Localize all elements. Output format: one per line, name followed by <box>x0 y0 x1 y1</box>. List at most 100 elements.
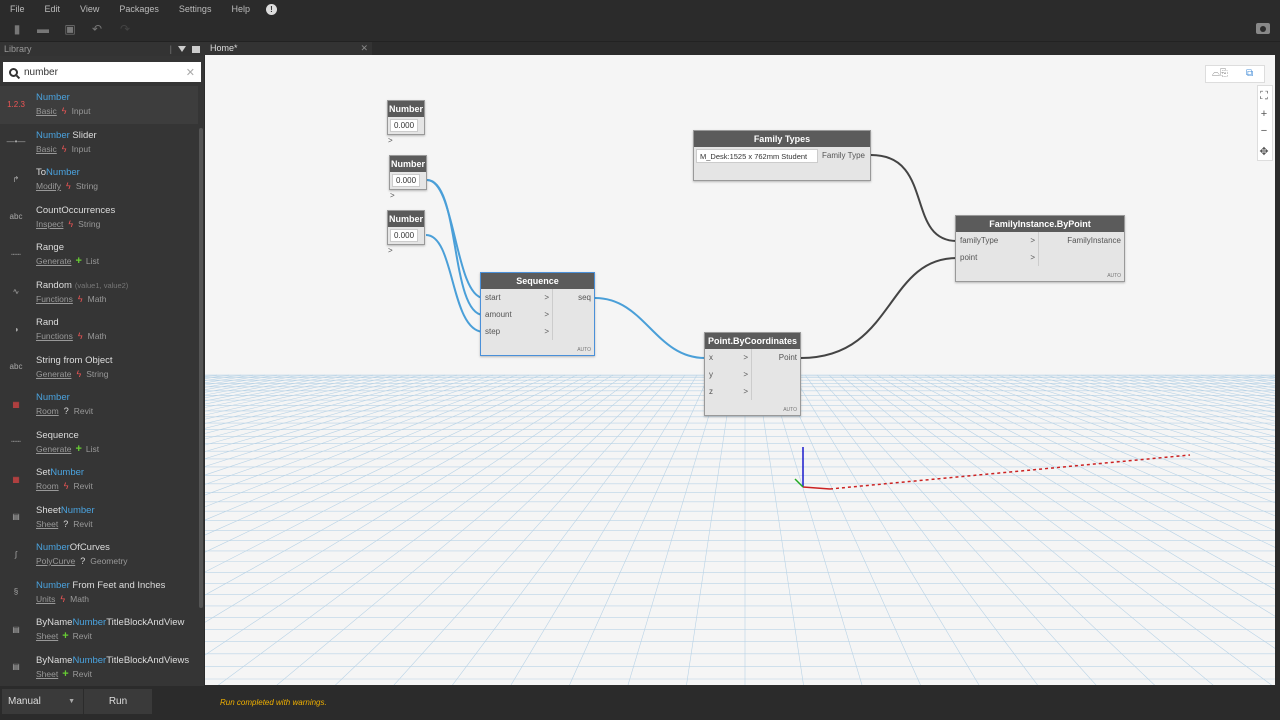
category-link[interactable]: PolyCurve <box>36 554 75 568</box>
camera-icon[interactable] <box>1256 23 1270 34</box>
action-icon: ϟ <box>60 593 66 604</box>
number-value-input[interactable]: 0.000 <box>390 229 419 242</box>
3d-view-icon[interactable]: ⌓⎘ <box>1212 68 1228 79</box>
library-item-name: Rand <box>36 317 107 329</box>
number-node-3[interactable]: Number 0.000 > <box>387 210 425 255</box>
name-part: To <box>36 167 47 178</box>
output-port-familyinstance[interactable]: FamilyInstance <box>1039 232 1124 249</box>
input-port-x[interactable]: x > <box>705 349 751 366</box>
name-part: Sheet <box>36 504 61 516</box>
menu-help[interactable]: Help <box>221 0 260 18</box>
save-icon[interactable]: ▣ <box>63 22 77 36</box>
tab-home-label: Home* <box>210 43 238 53</box>
library-item[interactable]: ↱ ToNumber Modify ϟ String <box>0 161 198 199</box>
run-mode-select[interactable]: Manual ▼ <box>2 689 83 714</box>
familyinstance-bypoint-node[interactable]: FamilyInstance.ByPoint familyType > point… <box>955 215 1125 282</box>
menu-packages[interactable]: Packages <box>109 0 169 18</box>
graph-view-icon[interactable]: ⧉ <box>1246 68 1253 79</box>
canvas-scrollbar[interactable] <box>1275 42 1280 686</box>
input-port-point[interactable]: point > <box>956 249 1038 266</box>
layout-icon[interactable] <box>192 45 200 53</box>
zoom-fit-icon[interactable]: ⛶ <box>1258 90 1270 102</box>
output-port-point[interactable]: Point <box>752 349 800 366</box>
redo-icon[interactable]: ↷ <box>118 22 132 36</box>
category-link[interactable]: Sheet <box>36 517 58 531</box>
category-link[interactable]: Room <box>36 479 59 493</box>
library-item[interactable]: § Number From Feet and Inches Units ϟ Math <box>0 574 198 612</box>
workspace-canvas[interactable]: ⌓⎘ ⧉ ⛶ + − ✥ Number 0.000 > Number 0.000 >… <box>205 55 1275 685</box>
pan-icon[interactable]: ✥ <box>1258 146 1270 158</box>
library-item[interactable]: ▦ Number Room? Revit <box>0 386 198 424</box>
category-link[interactable]: Functions <box>36 329 73 343</box>
family-types-node[interactable]: Family Types M_Desk:1525 x 762mm Student… <box>693 130 871 181</box>
input-port-step[interactable]: step > <box>481 323 552 340</box>
category-link[interactable]: Functions <box>36 292 73 306</box>
library-item[interactable]: ▦ SetNumber Room ϟ Revit <box>0 461 198 499</box>
family-type-dropdown[interactable]: M_Desk:1525 x 762mm Student <box>696 148 818 163</box>
tab-home[interactable]: Home* ✕ <box>204 42 372 55</box>
units-icon: § <box>13 587 19 596</box>
library-item[interactable]: ┄┄ Sequence Generate + List <box>0 424 198 462</box>
library-item-category: Generate ϟ String <box>36 367 116 381</box>
library-item[interactable]: ▤ ByNameNumberTitleBlockAndView Sheet + Revi… <box>0 611 198 649</box>
library-item[interactable]: abc String from Object Generate ϟ String <box>0 349 198 387</box>
number-node-2[interactable]: Number 0.000 > <box>389 155 427 200</box>
input-port-y[interactable]: y > <box>705 366 751 383</box>
library-item[interactable]: —•— Number Slider Basic ϟ Input <box>0 124 198 162</box>
close-tab-icon[interactable]: ✕ <box>360 42 368 55</box>
menu-edit[interactable]: Edit <box>35 0 71 18</box>
library-item[interactable]: ┄┄ Range Generate + List <box>0 236 198 274</box>
category-link[interactable]: Sheet <box>36 629 58 643</box>
menu-file[interactable]: File <box>0 0 35 18</box>
library-item[interactable]: 1.2.3 Number Basic ϟ Input <box>0 86 198 124</box>
action-icon: ϟ <box>63 481 69 491</box>
sequence-node[interactable]: Sequence start > amount > step > seq AUTO <box>480 272 595 356</box>
zoom-out-icon[interactable]: − <box>1258 125 1270 137</box>
bottom-bar: Manual ▼ Run Run completed with warnings. <box>0 686 1280 720</box>
category-link[interactable]: Inspect <box>36 217 63 231</box>
category-link[interactable]: Basic <box>36 104 57 118</box>
category-link[interactable]: Generate <box>36 254 71 268</box>
filter-icon[interactable] <box>178 46 186 52</box>
input-port-familytype[interactable]: familyType > <box>956 232 1038 249</box>
library-header: Library | <box>0 42 204 56</box>
category-link[interactable]: Generate <box>36 442 71 456</box>
library-item[interactable]: ▤ SheetNumber Sheet? Revit <box>0 499 198 537</box>
library-item[interactable]: ∿ Random (value1, value2) Functions ϟ Math <box>0 274 198 312</box>
category-link[interactable]: Generate <box>36 367 71 381</box>
new-file-icon[interactable]: ▮ <box>10 22 24 36</box>
menu-settings[interactable]: Settings <box>169 0 222 18</box>
open-file-icon[interactable]: ▬ <box>36 22 50 36</box>
category-link[interactable]: Sheet <box>36 667 58 681</box>
zoom-in-icon[interactable]: + <box>1258 108 1270 120</box>
view-toggle[interactable]: ⌓⎘ ⧉ <box>1205 65 1265 83</box>
point-bycoordinates-node[interactable]: Point.ByCoordinates x > y > z > Point AUTO <box>704 332 801 416</box>
category-link[interactable]: Basic <box>36 142 57 156</box>
group-label: List <box>85 443 100 454</box>
input-port-amount[interactable]: amount > <box>481 306 552 323</box>
output-port-family-type[interactable]: Family Type <box>818 147 865 164</box>
library-scrollbar[interactable] <box>199 128 203 608</box>
run-button[interactable]: Run <box>84 689 152 714</box>
output-port-seq[interactable]: seq <box>553 289 594 306</box>
number-value-input[interactable]: 0.000 <box>390 119 419 132</box>
search-input[interactable] <box>24 66 184 78</box>
library-item[interactable]: abc CountOccurrences Inspect ϟ String <box>0 199 198 237</box>
menu-view[interactable]: View <box>70 0 109 18</box>
input-port-z[interactable]: z > <box>705 383 751 400</box>
node-title: Family Types <box>694 131 870 147</box>
info-icon[interactable]: ! <box>265 3 277 15</box>
name-highlight: Number <box>60 504 95 516</box>
library-item[interactable]: ▤ ByNameNumberTitleBlockAndViews Sheet + Rev… <box>0 649 198 687</box>
number-node-1[interactable]: Number 0.000 > <box>387 100 425 145</box>
input-port-start[interactable]: start > <box>481 289 552 306</box>
undo-icon[interactable]: ↶ <box>90 22 104 36</box>
number-value-input[interactable]: 0.000 <box>392 174 421 187</box>
clear-search-icon[interactable]: ✕ <box>186 66 195 79</box>
category-link[interactable]: Modify <box>36 179 61 193</box>
search-results: 1.2.3 Number Basic ϟ Input —•— Number Slider Ba… <box>0 86 198 686</box>
library-item[interactable]: ∫ NumberOfCurves PolyCurve? Geometry <box>0 536 198 574</box>
library-item[interactable]: ◑ Rand Functions ϟ Math <box>0 311 198 349</box>
category-link[interactable]: Room <box>36 404 59 418</box>
category-link[interactable]: Units <box>36 592 55 606</box>
